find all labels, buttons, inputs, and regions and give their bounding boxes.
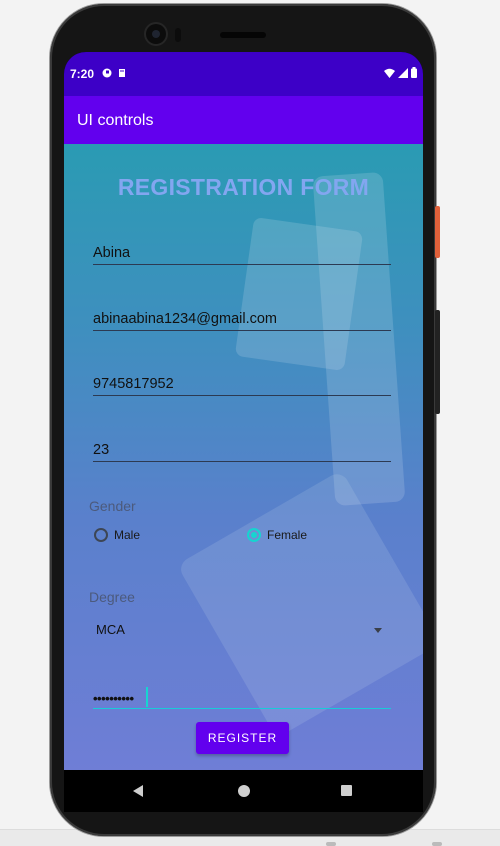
email-field[interactable]: abinaabina1234@gmail.com xyxy=(93,304,391,331)
strip-indicator xyxy=(326,842,336,846)
register-button[interactable]: REGISTER xyxy=(196,722,289,754)
notification-app-icon xyxy=(102,68,112,78)
radio-female-label: Female xyxy=(267,528,308,542)
registration-form: REGISTRATION FORM Abina abinaabina1234@g… xyxy=(64,144,423,770)
signal-icon xyxy=(398,67,408,78)
front-camera xyxy=(146,24,166,44)
strip-indicator xyxy=(432,842,442,846)
text-cursor xyxy=(146,687,148,707)
phone-value: 9745817952 xyxy=(93,376,174,392)
dropdown-arrow-icon[interactable] xyxy=(374,628,382,633)
wifi-icon xyxy=(384,68,395,78)
power-button[interactable] xyxy=(435,206,440,258)
navigation-bar xyxy=(64,770,423,812)
volume-button[interactable] xyxy=(435,310,440,414)
degree-spinner[interactable]: MCA xyxy=(96,622,382,640)
password-field[interactable]: •••••••••• xyxy=(93,684,391,709)
radio-male-circle[interactable] xyxy=(94,528,108,542)
status-icons xyxy=(384,67,417,78)
sensor xyxy=(175,28,181,42)
phone-field[interactable]: 9745817952 xyxy=(93,369,391,396)
home-icon[interactable] xyxy=(238,785,250,797)
battery-icon xyxy=(411,67,417,78)
device-screen: 7:20 UI controls REGISTRATION FORM Abina… xyxy=(64,52,423,770)
app-bar: UI controls xyxy=(64,96,423,144)
status-bar: 7:20 xyxy=(64,52,423,96)
degree-value: MCA xyxy=(96,622,125,637)
email-value: abinaabina1234@gmail.com xyxy=(93,311,278,327)
name-value: Abina xyxy=(93,245,131,261)
radio-female[interactable]: Female xyxy=(247,528,307,542)
age-field[interactable]: 23 xyxy=(93,435,391,462)
app-title: UI controls xyxy=(77,112,154,129)
radio-female-circle[interactable] xyxy=(247,528,261,542)
password-value: •••••••••• xyxy=(93,691,134,706)
recent-apps-icon[interactable] xyxy=(341,785,352,796)
gender-label: Gender xyxy=(89,498,136,514)
earpiece-speaker xyxy=(220,32,266,38)
back-icon[interactable] xyxy=(133,785,143,797)
radio-male[interactable]: Male xyxy=(94,528,140,542)
name-field[interactable]: Abina xyxy=(93,238,391,265)
degree-label: Degree xyxy=(89,589,135,605)
status-time: 7:20 xyxy=(70,67,95,81)
form-title: REGISTRATION FORM xyxy=(117,174,370,200)
radio-male-label: Male xyxy=(114,528,141,542)
age-value: 23 xyxy=(93,442,110,458)
sd-card-icon xyxy=(119,69,125,77)
